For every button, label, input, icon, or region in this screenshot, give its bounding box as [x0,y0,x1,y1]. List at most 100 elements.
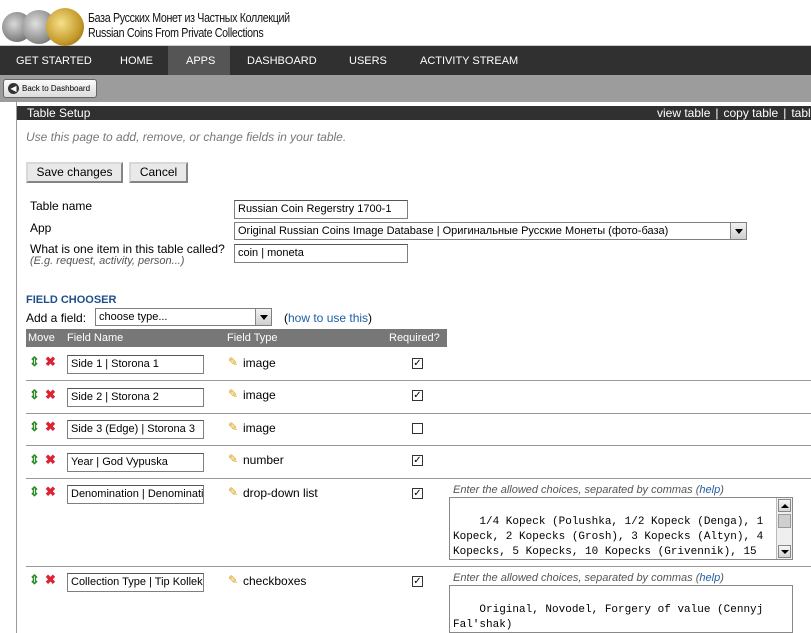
link-separator: | [783,106,787,120]
required-checkbox[interactable]: ✓ [412,358,423,369]
pencil-icon[interactable]: ✎ [228,453,238,465]
required-checkbox[interactable] [412,423,423,434]
choices-text: Original, Novodel, Forgery of value (Cen… [453,604,770,631]
app-select-value: Original Russian Coins Image Database | … [238,225,669,237]
move-arrows-icon[interactable]: ⇕ [29,355,40,368]
site-title: База Русских Монет из Частных Коллекций … [88,10,290,40]
main-nav: GET STARTED HOME APPS DASHBOARD USERS AC… [0,46,811,75]
add-field-label: Add a field: [26,311,87,325]
field-type-label: image [243,388,276,402]
row-divider [26,380,811,381]
coin-icon [46,8,84,46]
content-left-border [16,102,17,633]
pencil-icon[interactable]: ✎ [228,486,238,498]
copy-table-link[interactable]: copy table [724,106,779,120]
nav-apps[interactable]: APPS [168,46,230,75]
how-to-use-link[interactable]: how to use this [288,311,368,325]
field-type-label: image [243,421,276,435]
field-type-select[interactable]: choose type... [95,308,272,326]
required-checkbox[interactable]: ✓ [412,390,423,401]
back-to-dashboard-label: Back to Dashboard [22,84,91,93]
move-arrows-icon[interactable]: ⇕ [29,485,40,498]
back-to-dashboard-button[interactable]: ◀ Back to Dashboard [3,79,98,98]
field-name-input[interactable]: Side 2 | Storona 2 [67,388,204,407]
choices-hint: Enter the allowed choices, separated by … [453,484,724,496]
delete-icon[interactable]: ✖ [45,573,56,586]
link-separator: | [715,106,719,120]
back-arrow-icon: ◀ [8,83,19,95]
column-field-name: Field Name [67,329,124,347]
row-divider [26,445,811,446]
item-name-input[interactable]: coin | moneta [234,244,408,263]
pencil-icon[interactable]: ✎ [228,388,238,400]
cancel-button[interactable]: Cancel [129,162,188,183]
choices-textarea[interactable]: Original, Novodel, Forgery of value (Cen… [449,585,793,633]
field-type-label: drop-down list [243,486,318,500]
sub-toolbar: ◀ Back to Dashboard [0,75,811,102]
choices-help-link[interactable]: help [699,484,720,496]
choices-text: 1/4 Kopeck (Polushka, 1/2 Kopeck (Denga)… [453,516,764,558]
scroll-up-icon[interactable] [778,499,791,512]
delete-icon[interactable]: ✖ [45,453,56,466]
move-arrows-icon[interactable]: ⇕ [29,573,40,586]
item-name-hint: (E.g. request, activity, person...) [30,255,185,267]
pencil-icon[interactable]: ✎ [228,421,238,433]
nav-dashboard[interactable]: DASHBOARD [239,46,325,75]
required-checkbox[interactable]: ✓ [412,455,423,466]
choices-hint-close: ) [720,572,724,584]
chevron-down-icon [255,309,271,325]
row-divider [26,478,811,479]
column-field-type: Field Type [227,329,278,347]
field-name-input[interactable]: Side 3 (Edge) | Storona 3 [67,420,204,439]
choices-hint-text: Enter the allowed choices, separated by … [453,484,700,496]
choices-hint-close: ) [720,484,724,496]
view-table-link[interactable]: view table [657,106,710,120]
delete-icon[interactable]: ✖ [45,485,56,498]
move-arrows-icon[interactable]: ⇕ [29,453,40,466]
delete-icon[interactable]: ✖ [45,420,56,433]
field-type-select-value: choose type... [99,311,168,323]
nav-home[interactable]: HOME [112,46,161,75]
table-name-input[interactable]: Russian Coin Regerstry 1700-1 [234,200,408,219]
nav-get-started[interactable]: GET STARTED [8,46,100,75]
save-changes-button[interactable]: Save changes [26,162,123,183]
pencil-icon[interactable]: ✎ [228,356,238,368]
required-checkbox[interactable]: ✓ [412,488,423,499]
field-type-label: number [243,453,284,467]
chevron-down-icon [730,223,746,239]
field-type-label: checkboxes [243,574,307,588]
item-name-label: What is one item in this table called? [30,242,225,256]
move-arrows-icon[interactable]: ⇕ [29,388,40,401]
scroll-thumb[interactable] [778,514,791,528]
field-chooser-title: FIELD CHOOSER [26,294,117,306]
required-checkbox[interactable]: ✓ [412,576,423,587]
field-name-input[interactable]: Side 1 | Storona 1 [67,355,204,374]
site-title-ru: База Русских Монет из Частных Коллекций [88,10,290,25]
scroll-down-icon[interactable] [778,545,791,558]
move-arrows-icon[interactable]: ⇕ [29,420,40,433]
field-name-input[interactable]: Denomination | Denomination [67,485,204,504]
table-setup-title: Table Setup [27,106,91,120]
delete-icon[interactable]: ✖ [45,388,56,401]
column-required: Required? [389,329,440,347]
choices-hint: Enter the allowed choices, separated by … [453,572,724,584]
pencil-icon[interactable]: ✎ [228,574,238,586]
nav-users[interactable]: USERS [341,46,395,75]
coins-logo-image[interactable] [0,8,92,46]
textarea-scrollbar[interactable] [776,498,792,559]
table-link[interactable]: table [791,106,811,120]
choices-help-link[interactable]: help [699,572,720,584]
app-select[interactable]: Original Russian Coins Image Database | … [234,222,747,240]
intro-text: Use this page to add, remove, or change … [26,130,347,144]
choices-hint-text: Enter the allowed choices, separated by … [453,572,700,584]
field-name-input[interactable]: Collection Type | Tip Kollekcii [67,573,204,592]
field-name-input[interactable]: Year | God Vypuska [67,453,204,472]
row-divider [26,566,811,567]
row-divider [26,413,811,414]
site-header: База Русских Монет из Частных Коллекций … [0,0,811,46]
column-move: Move [28,329,55,347]
app-label: App [30,221,52,235]
nav-activity-stream[interactable]: ACTIVITY STREAM [412,46,526,75]
delete-icon[interactable]: ✖ [45,355,56,368]
choices-textarea[interactable]: 1/4 Kopeck (Polushka, 1/2 Kopeck (Denga)… [449,497,793,560]
